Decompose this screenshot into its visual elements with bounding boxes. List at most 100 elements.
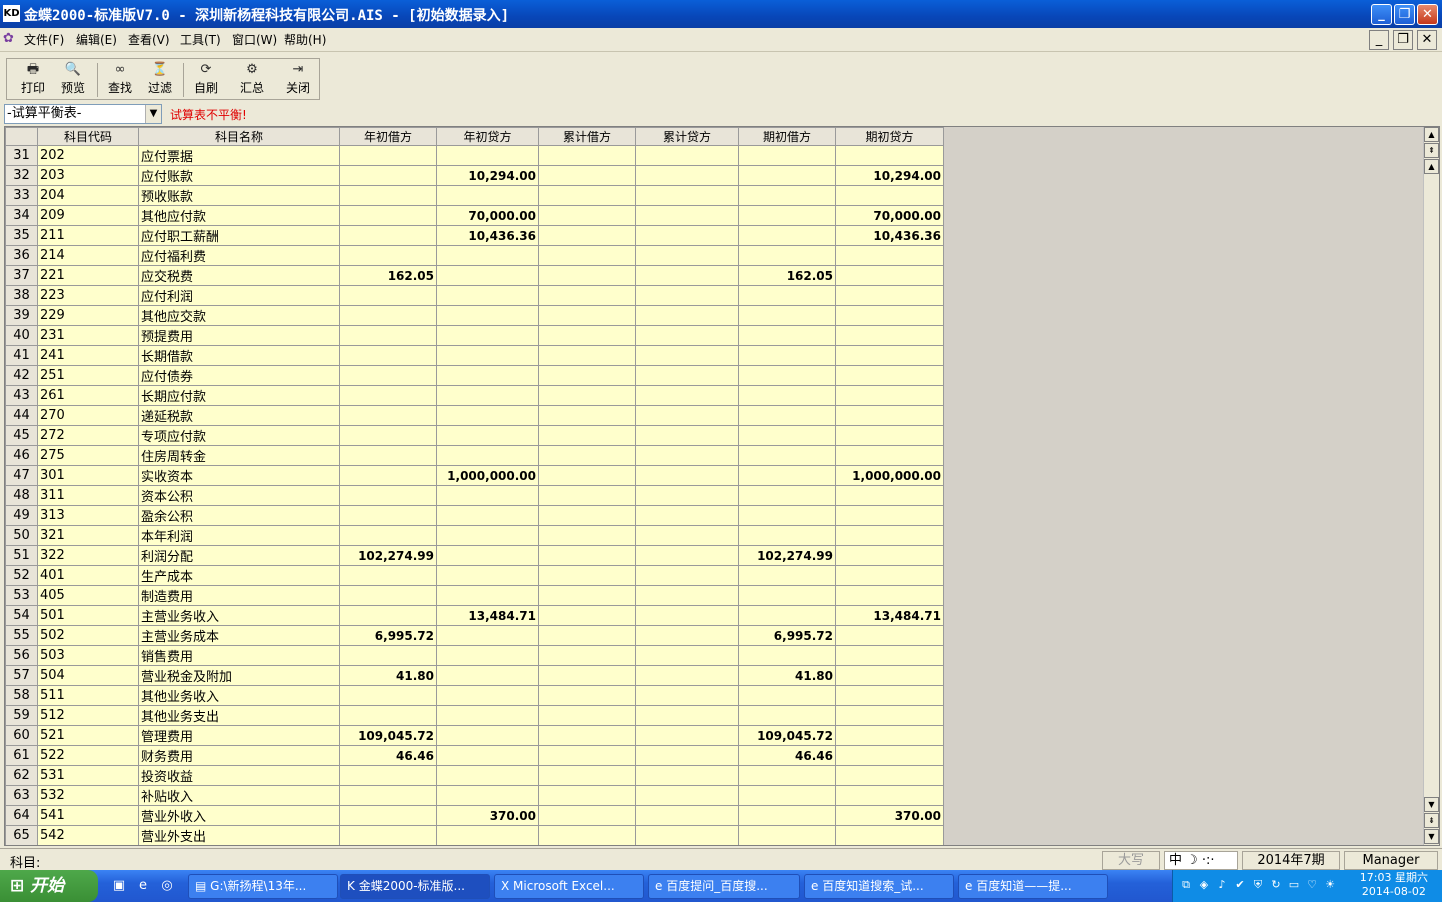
amount-cell[interactable]: 162.05	[738, 265, 836, 286]
account-code-cell[interactable]: 313	[37, 505, 139, 526]
amount-cell[interactable]	[738, 685, 836, 706]
amount-cell[interactable]: 46.46	[738, 745, 836, 766]
menu-window[interactable]: 窗口(W)	[232, 31, 277, 48]
amount-cell[interactable]: 162.05	[339, 265, 437, 286]
amount-cell[interactable]	[635, 605, 739, 626]
account-code-cell[interactable]: 211	[37, 225, 139, 246]
account-name-cell[interactable]: 管理费用	[138, 725, 340, 746]
amount-cell[interactable]	[835, 485, 944, 506]
menu-file[interactable]: 文件(F)	[24, 31, 64, 48]
account-code-cell[interactable]: 504	[37, 665, 139, 686]
amount-cell[interactable]	[436, 725, 539, 746]
table-row[interactable]: 61 522 财务费用 46.46 46.46	[5, 745, 944, 766]
amount-cell[interactable]	[436, 245, 539, 266]
amount-cell[interactable]	[738, 505, 836, 526]
amount-cell[interactable]	[835, 745, 944, 766]
amount-cell[interactable]	[738, 805, 836, 826]
table-row[interactable]: 49 313 盈余公积	[5, 505, 944, 526]
amount-cell[interactable]: 46.46	[339, 745, 437, 766]
start-button[interactable]: ⊞ 开始	[0, 870, 98, 902]
amount-cell[interactable]	[835, 265, 944, 286]
table-row[interactable]: 44 270 递延税款	[5, 405, 944, 426]
amount-cell[interactable]: 41.80	[738, 665, 836, 686]
amount-cell[interactable]	[538, 545, 636, 566]
media-icon[interactable]: ◎	[158, 877, 176, 895]
table-row[interactable]: 54 501 主营业务收入 13,484.71 13,484.71	[5, 605, 944, 626]
doc-close-button[interactable]: ✕	[1417, 30, 1437, 50]
amount-cell[interactable]	[835, 645, 944, 666]
amount-cell[interactable]	[538, 365, 636, 386]
amount-cell[interactable]	[339, 365, 437, 386]
account-name-cell[interactable]: 应付债券	[138, 365, 340, 386]
account-code-cell[interactable]: 405	[37, 585, 139, 606]
amount-cell[interactable]	[835, 785, 944, 806]
menu-help[interactable]: 帮助(H)	[284, 31, 326, 48]
amount-cell[interactable]	[436, 445, 539, 466]
account-code-cell[interactable]: 275	[37, 445, 139, 466]
amount-cell[interactable]	[738, 385, 836, 406]
amount-cell[interactable]	[436, 145, 539, 166]
amount-cell[interactable]	[635, 665, 739, 686]
amount-cell[interactable]	[339, 205, 437, 226]
amount-cell[interactable]: 10,436.36	[436, 225, 539, 246]
account-code-cell[interactable]: 322	[37, 545, 139, 566]
taskbar-button[interactable]: X Microsoft Excel...	[494, 874, 644, 899]
amount-cell[interactable]	[339, 485, 437, 506]
amount-cell[interactable]: 1,000,000.00	[835, 465, 944, 486]
amount-cell[interactable]	[635, 225, 739, 246]
amount-cell[interactable]	[339, 305, 437, 326]
amount-cell[interactable]	[635, 345, 739, 366]
restore-button[interactable]: ❐	[1394, 4, 1415, 25]
amount-cell[interactable]: 109,045.72	[738, 725, 836, 746]
amount-cell[interactable]	[538, 645, 636, 666]
amount-cell[interactable]	[635, 625, 739, 646]
amount-cell[interactable]	[635, 565, 739, 586]
amount-cell[interactable]	[835, 545, 944, 566]
table-row[interactable]: 42 251 应付债券	[5, 365, 944, 386]
amount-cell[interactable]	[738, 285, 836, 306]
antivirus-icon[interactable]: ✔	[1233, 878, 1247, 892]
doc-restore-button[interactable]: ❐	[1393, 30, 1413, 50]
amount-cell[interactable]: 10,294.00	[835, 165, 944, 186]
account-code-cell[interactable]: 270	[37, 405, 139, 426]
amount-cell[interactable]	[635, 285, 739, 306]
amount-cell[interactable]	[738, 225, 836, 246]
amount-cell[interactable]	[738, 825, 836, 845]
amount-cell[interactable]	[339, 385, 437, 406]
table-row[interactable]: 41 241 长期借款	[5, 345, 944, 366]
amount-cell[interactable]	[339, 525, 437, 546]
table-row[interactable]: 51 322 利润分配 102,274.99 102,274.99	[5, 545, 944, 566]
account-code-cell[interactable]: 202	[37, 145, 139, 166]
scroll-bottom-icon[interactable]: ▼	[1424, 829, 1439, 844]
amount-cell[interactable]	[538, 525, 636, 546]
account-name-cell[interactable]: 实收资本	[138, 465, 340, 486]
account-name-cell[interactable]: 盈余公积	[138, 505, 340, 526]
amount-cell[interactable]	[635, 385, 739, 406]
amount-cell[interactable]	[538, 625, 636, 646]
shield-icon[interactable]: ⛨	[1251, 878, 1265, 892]
print-button[interactable]: 🖶 打印	[13, 61, 53, 99]
amount-cell[interactable]	[436, 325, 539, 346]
amount-cell[interactable]	[636, 846, 739, 847]
amount-cell[interactable]	[538, 725, 636, 746]
table-row[interactable]: 63 532 补贴收入	[5, 785, 944, 806]
amount-cell[interactable]	[835, 525, 944, 546]
amount-cell[interactable]: 102,274.99	[738, 545, 836, 566]
account-name-cell[interactable]: 应付利润	[138, 285, 340, 306]
scroll-page-up-icon[interactable]: ⇞	[1424, 143, 1439, 158]
amount-cell[interactable]	[538, 465, 636, 486]
account-name-cell[interactable]: 资本公积	[138, 485, 340, 506]
account-name-cell[interactable]: 应付账款	[138, 165, 340, 186]
account-name-cell[interactable]: 补贴收入	[138, 785, 340, 806]
column-header[interactable]: 期初贷方	[835, 127, 944, 146]
taskbar-button[interactable]: e 百度知道搜索_试...	[804, 874, 954, 899]
account-code-cell[interactable]: 203	[37, 165, 139, 186]
amount-cell[interactable]	[635, 205, 739, 226]
amount-cell[interactable]	[538, 765, 636, 786]
amount-cell[interactable]	[835, 405, 944, 426]
amount-cell[interactable]	[436, 765, 539, 786]
amount-cell[interactable]	[738, 765, 836, 786]
scroll-page-down-icon[interactable]: ⇟	[1424, 813, 1439, 828]
amount-cell[interactable]	[738, 785, 836, 806]
amount-cell[interactable]: 1,000,000.00	[436, 465, 539, 486]
